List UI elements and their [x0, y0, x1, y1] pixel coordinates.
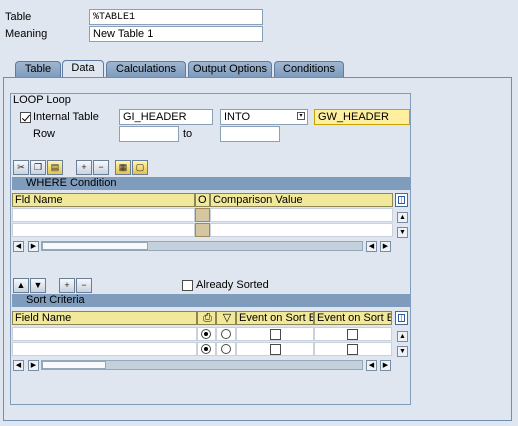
sort-row-2-event-e-checkbox[interactable] — [347, 344, 358, 355]
row-label: Row — [33, 128, 56, 140]
insert-row-icon[interactable]: + — [59, 278, 75, 293]
sort-hscroll-thumb[interactable] — [42, 361, 106, 369]
sort-row-1-asc-radio[interactable] — [201, 329, 211, 339]
meaning-label: Meaning — [5, 28, 48, 40]
sort-scroll-up-button[interactable]: ▲ — [397, 331, 408, 342]
delete-row-icon[interactable]: − — [76, 278, 92, 293]
internal-table-field[interactable]: GI_HEADER — [119, 109, 213, 125]
internal-table-label: Internal Table — [33, 111, 99, 123]
table-settings-icon[interactable] — [395, 193, 408, 207]
select-all-icon[interactable]: ▦ — [115, 160, 131, 175]
tab-conditions[interactable]: Conditions — [274, 61, 344, 77]
where-scroll-down-button[interactable]: ▼ — [397, 227, 408, 238]
sort-row-1-desc-radio[interactable] — [221, 329, 231, 339]
where-row-2-field[interactable] — [12, 223, 195, 237]
tab-output-options-label: Output Options — [193, 63, 267, 75]
where-scroll-right-button[interactable]: ▶ — [28, 241, 39, 252]
tab-table[interactable]: Table — [15, 61, 61, 77]
already-sorted-label: Already Sorted — [196, 279, 269, 291]
sort-scroll-right-2-button[interactable]: ▶ — [380, 360, 391, 371]
sort-row-2-event-b-checkbox[interactable] — [270, 344, 281, 355]
copy-icon[interactable]: ❐ — [30, 160, 46, 175]
tab-data-label: Data — [71, 62, 95, 74]
delete-row-icon[interactable]: − — [93, 160, 109, 175]
where-hscroll-thumb[interactable] — [42, 242, 148, 250]
where-scroll-up-button[interactable]: ▲ — [397, 212, 408, 223]
where-scroll-right-2-button[interactable]: ▶ — [380, 241, 391, 252]
sort-row-1-field[interactable] — [12, 327, 197, 341]
sort-scroll-down-button[interactable]: ▼ — [397, 346, 408, 357]
column-fld-name[interactable]: Fld Name — [12, 193, 195, 207]
loop-group-title: LOOP Loop — [11, 94, 73, 107]
table-label: Table — [5, 11, 32, 23]
loop-mode-select[interactable]: INTO — [220, 109, 308, 125]
table-name-field[interactable]: %TABLE1 — [89, 9, 263, 25]
printer-icon[interactable]: ⎙ — [197, 311, 216, 325]
where-row-2-operator[interactable] — [195, 223, 210, 237]
where-row-1-field[interactable] — [12, 208, 195, 222]
funnel-icon[interactable]: ▽ — [216, 311, 236, 325]
sort-row-1-event-e-checkbox[interactable] — [347, 329, 358, 340]
where-row-2-value[interactable] — [210, 223, 393, 237]
sort-row-2-desc-radio[interactable] — [221, 344, 231, 354]
already-sorted-checkbox[interactable] — [182, 280, 193, 291]
sort-row-2-asc-radio[interactable] — [201, 344, 211, 354]
arrow-up-icon[interactable]: ▲ — [13, 278, 29, 293]
tab-table-label: Table — [24, 63, 52, 75]
tab-output-options[interactable]: Output Options — [188, 61, 272, 77]
sort-scroll-left-button[interactable]: ◀ — [13, 360, 24, 371]
tab-calculations-label: Calculations — [116, 63, 176, 75]
tab-calculations[interactable]: Calculations — [106, 61, 186, 77]
sort-row-2-field[interactable] — [12, 342, 197, 356]
row-to-field[interactable] — [220, 126, 280, 142]
column-event-sort-b[interactable]: Event on Sort B — [236, 311, 314, 325]
internal-table-checkbox[interactable] — [20, 112, 31, 123]
sort-row-1-event-b-checkbox[interactable] — [270, 329, 281, 340]
row-to-label: to — [183, 128, 193, 140]
where-scroll-left-button[interactable]: ◀ — [13, 241, 24, 252]
column-comparison-value[interactable]: Comparison Value — [210, 193, 393, 207]
loop-mode-value: INTO — [224, 111, 251, 123]
sort-scroll-left-2-button[interactable]: ◀ — [366, 360, 377, 371]
meaning-field[interactable]: New Table 1 — [89, 26, 263, 42]
column-field-name[interactable]: Field Name — [12, 311, 197, 325]
paste-icon[interactable]: ▤ — [47, 160, 63, 175]
column-operator[interactable]: O — [195, 193, 210, 207]
where-row-1-operator[interactable] — [195, 208, 210, 222]
where-scroll-left-2-button[interactable]: ◀ — [366, 241, 377, 252]
scissors-icon[interactable]: ✂ — [13, 160, 29, 175]
value-help-icon[interactable]: ▾ — [297, 112, 305, 120]
sort-scroll-right-button[interactable]: ▶ — [28, 360, 39, 371]
tab-conditions-label: Conditions — [283, 63, 335, 75]
where-table-title: WHERE Condition — [12, 177, 410, 190]
insert-row-icon[interactable]: + — [76, 160, 92, 175]
table-settings-icon[interactable] — [395, 311, 408, 325]
sort-table-title: Sort Criteria — [12, 294, 410, 307]
row-from-field[interactable] — [119, 126, 179, 142]
column-event-sort-e[interactable]: Event on Sort E — [314, 311, 392, 325]
where-row-1-value[interactable] — [210, 208, 393, 222]
tab-data[interactable]: Data — [62, 60, 104, 78]
deselect-all-icon[interactable]: ▢ — [132, 160, 148, 175]
work-area-field[interactable]: GW_HEADER — [314, 109, 410, 125]
arrow-down-icon[interactable]: ▼ — [30, 278, 46, 293]
